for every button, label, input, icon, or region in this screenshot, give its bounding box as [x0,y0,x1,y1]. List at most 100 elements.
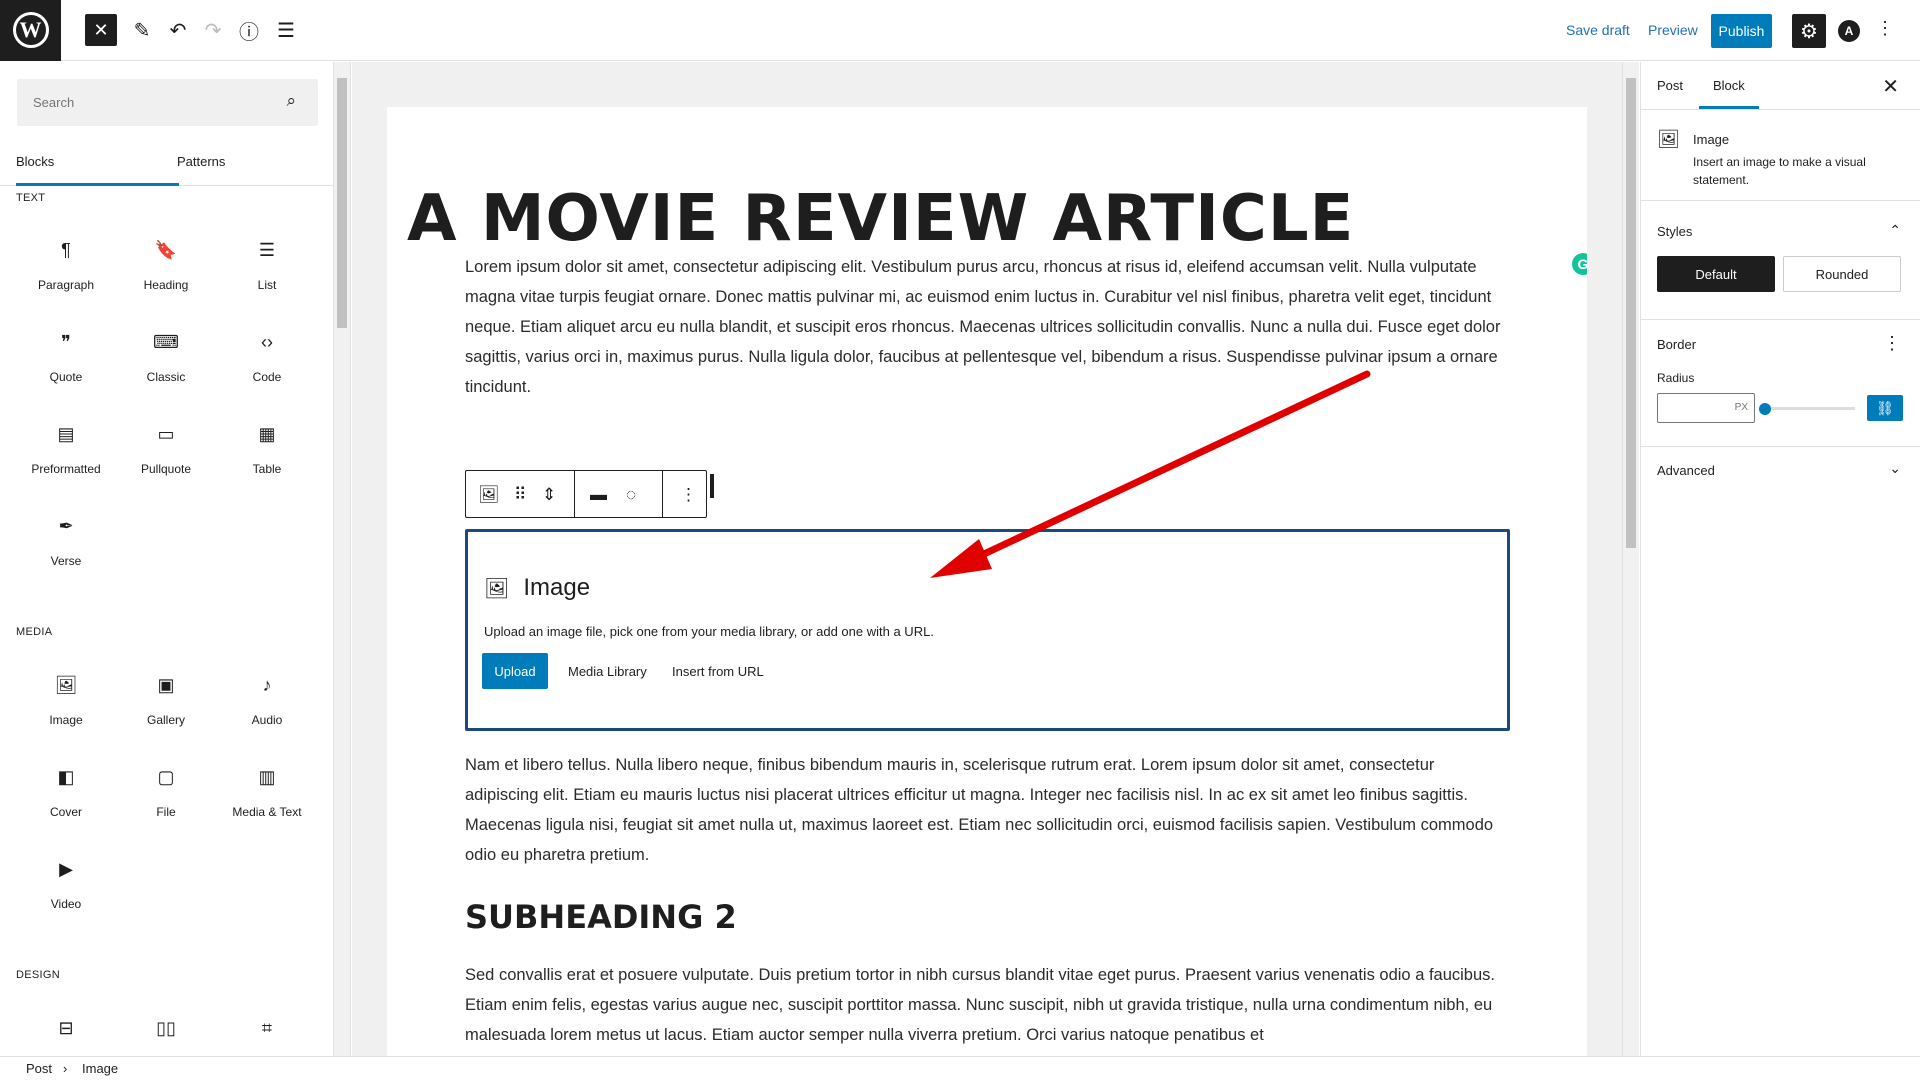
block-label: Preformatted [31,462,101,476]
block-design-1[interactable]: ⊟ [16,1010,116,1056]
group-icon: ⌗ [261,1018,273,1038]
block-preformatted[interactable]: ▤ Preformatted [16,416,116,496]
advanced-heading[interactable]: Advanced [1657,463,1715,478]
close-sidebar-icon[interactable]: ✕ [1882,74,1899,99]
image-block-placeholder[interactable]: 🖼 Image Upload an image file, pick one fr… [465,529,1510,731]
subheading-block[interactable]: SUBHEADING 2 [465,898,737,936]
block-image[interactable]: 🖼 Image [16,667,116,747]
tab-block[interactable]: Block [1699,78,1759,109]
breadcrumb-image[interactable]: Image [82,1061,118,1076]
media-text-icon: ▥ [258,767,276,787]
cover-icon: ◧ [57,767,75,787]
table-icon: ▦ [258,424,276,444]
block-card-title: Image [1693,132,1730,147]
post-content: A MOVIE REVIEW ARTICLE G Lorem ipsum dol… [387,107,1587,1067]
block-video[interactable]: ▶ Video [16,851,116,931]
redo-button[interactable]: ↷ [197,14,229,46]
block-design-2[interactable]: ▯▯ [116,1010,216,1056]
image-block-icon[interactable]: 🖼 [478,485,500,505]
style-rounded-button[interactable]: Rounded [1783,256,1901,292]
block-code[interactable]: ‹› Code [217,324,317,404]
settings-gear-icon[interactable]: ⚙ [1792,14,1826,48]
paragraph-block[interactable]: Lorem ipsum dolor sit amet, consectetur … [465,252,1510,402]
details-info-button[interactable]: ⓘ [233,14,265,46]
block-classic[interactable]: ⌨ Classic [116,324,216,404]
columns-icon: ▯▯ [156,1018,176,1038]
publish-button[interactable]: Publish [1711,14,1772,48]
block-table[interactable]: ▦ Table [217,416,317,496]
chevron-down-icon[interactable]: ⌄ [1889,460,1901,477]
scrollbar-thumb[interactable] [1626,78,1636,548]
wordpress-logo[interactable]: W [0,0,61,61]
grammarly-icon[interactable]: G [1572,253,1587,275]
tab-patterns[interactable]: Patterns [177,154,225,169]
breadcrumb-post[interactable]: Post [26,1061,52,1076]
inserter-scrollbar[interactable] [334,62,351,1056]
radius-slider-track[interactable] [1765,407,1855,410]
block-search-input[interactable]: Search ⌕ [17,79,318,126]
move-up-down-icon[interactable]: ⇕ [542,485,556,505]
options-more-icon[interactable]: ⋮ [1876,18,1894,39]
drag-handle-icon[interactable]: ⠿ [514,485,526,505]
block-file[interactable]: ▢ File [116,759,216,839]
duotone-circle-icon[interactable]: ◌ [626,485,636,505]
save-draft-button[interactable]: Save draft [1566,22,1630,38]
category-media-heading: MEDIA [16,626,53,638]
block-label: Heading [143,278,189,292]
paragraph-icon: ¶ [61,240,71,260]
preview-button[interactable]: Preview [1648,22,1698,38]
radius-input[interactable]: PX [1657,393,1755,423]
block-quote[interactable]: ❞ Quote [16,324,116,404]
list-icon: ☰ [258,240,276,260]
list-view-button[interactable]: ☰ [270,14,302,46]
canvas-scrollbar[interactable] [1622,62,1639,1056]
close-inserter-button[interactable]: ✕ [85,14,117,46]
paragraph-block[interactable]: Sed convallis erat et posuere vulputate.… [465,960,1510,1050]
chevron-up-icon[interactable]: ⌃ [1889,222,1901,239]
block-label: Quote [49,370,83,384]
block-label: Verse [50,554,82,568]
insert-from-url-button[interactable]: Insert from URL [672,664,764,679]
paragraph-block[interactable]: Nam et libero tellus. Nulla libero neque… [465,750,1510,870]
align-icon[interactable]: ▬ [590,485,607,505]
block-media-text[interactable]: ▥ Media & Text [217,759,317,839]
block-design-3[interactable]: ⌗ [217,1010,317,1056]
block-label: Gallery [146,713,185,727]
border-options-more-icon[interactable]: ⋮ [1883,333,1901,354]
post-title[interactable]: A MOVIE REVIEW ARTICLE [407,182,1354,256]
tab-blocks[interactable]: Blocks [16,154,180,186]
block-gallery[interactable]: ▣ Gallery [116,667,216,747]
block-options-more-icon[interactable]: ⋮ [680,485,697,505]
block-pullquote[interactable]: ▭ Pullquote [116,416,216,496]
block-verse[interactable]: ✒ Verse [16,508,116,588]
edit-tools-button[interactable]: ✎ [126,14,158,46]
styles-panel: Styles ⌃ Default Rounded [1641,202,1920,320]
styles-heading[interactable]: Styles [1657,224,1692,239]
block-audio[interactable]: ♪ Audio [217,667,317,747]
block-label: Media & Text [232,805,302,819]
radius-slider-handle[interactable] [1759,403,1771,415]
block-label: Image [49,713,83,727]
sidebar-tabs: Post Block ✕ [1641,62,1920,110]
advanced-panel[interactable]: Advanced ⌄ [1641,448,1920,496]
block-cover[interactable]: ◧ Cover [16,759,116,839]
radius-unit[interactable]: PX [1735,402,1748,413]
code-icon: ‹› [261,332,273,352]
block-paragraph[interactable]: ¶ Paragraph [16,232,116,312]
block-label: List [257,278,277,292]
style-default-button[interactable]: Default [1657,256,1775,292]
block-inserter-panel: Search ⌕ Blocks Patterns TEXT ¶ Paragraph… [0,62,334,1056]
upload-button[interactable]: Upload [482,653,548,689]
undo-button[interactable]: ↶ [162,14,194,46]
search-icon: ⌕ [286,91,296,110]
astra-settings-icon[interactable]: A [1838,20,1860,42]
media-library-button[interactable]: Media Library [568,664,647,679]
quote-icon: ❞ [61,332,71,352]
link-chain-icon[interactable]: ⛓ [1867,395,1903,421]
tab-post[interactable]: Post [1657,78,1683,93]
scrollbar-thumb[interactable] [337,78,347,328]
inserter-tabs: Blocks Patterns [0,136,333,186]
block-heading[interactable]: 🔖 Heading [116,232,216,312]
breadcrumb: Post › Image [0,1056,1920,1080]
block-list[interactable]: ☰ List [217,232,317,312]
